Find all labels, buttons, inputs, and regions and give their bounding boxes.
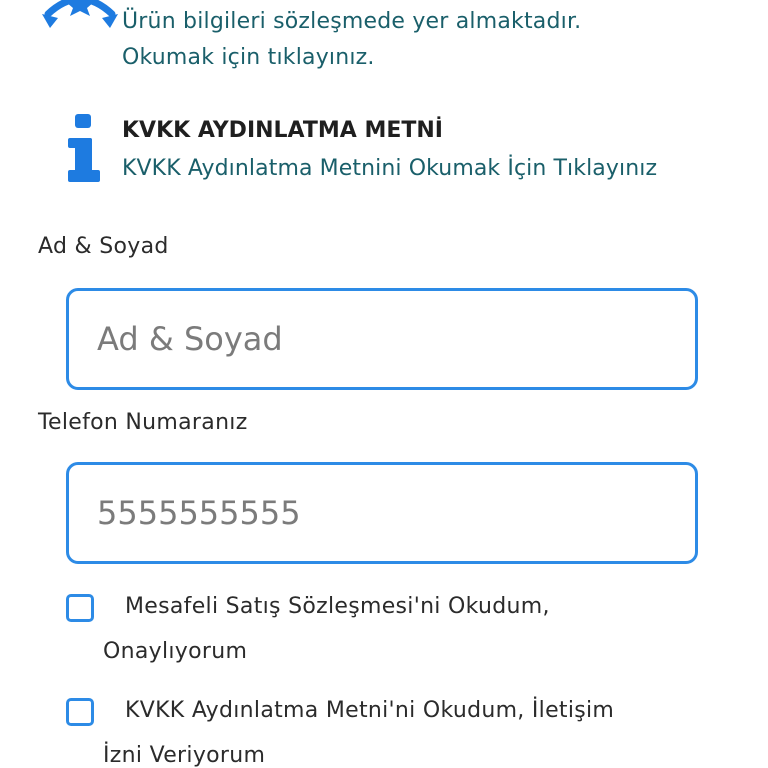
contract-info-link[interactable]: Ürün bilgileri sözleşmede yer almaktadır…: [122, 4, 581, 76]
kvkk-title: KVKK AYDINLATMA METNİ: [122, 118, 443, 143]
phone-label: Telefon Numaranız: [38, 410, 248, 435]
name-field-box[interactable]: [66, 288, 698, 390]
distance-sales-consent-line1: Mesafeli Satış Sözleşmesi'ni Okudum,: [125, 594, 550, 619]
phone-input[interactable]: [97, 465, 677, 561]
contract-info-line: Ürün bilgileri sözleşmede yer almaktadır…: [122, 9, 582, 34]
info-icon: [66, 112, 102, 184]
kvkk-read-link[interactable]: KVKK Aydınlatma Metnini Okumak İçin Tıkl…: [122, 156, 657, 181]
kvkk-consent-text[interactable]: KVKK Aydınlatma Metni'ni Okudum, İletişi…: [103, 688, 703, 768]
kvkk-consent-checkbox[interactable]: [66, 698, 94, 726]
name-label: Ad & Soyad: [38, 234, 169, 259]
distance-sales-checkbox[interactable]: [66, 594, 94, 622]
distance-sales-consent-text[interactable]: Mesafeli Satış Sözleşmesi'ni Okudum, Ona…: [103, 584, 703, 674]
award-badge-icon: [40, 0, 122, 44]
kvkk-consent-line1: KVKK Aydınlatma Metni'ni Okudum, İletişi…: [125, 698, 615, 723]
kvkk-consent-line2: İzni Veriyorum: [103, 743, 266, 768]
phone-field-box[interactable]: [66, 462, 698, 564]
name-input[interactable]: [97, 291, 677, 387]
contract-read-link[interactable]: Okumak için tıklayınız.: [122, 40, 581, 76]
distance-sales-consent-line2: Onaylıyorum: [103, 639, 248, 664]
